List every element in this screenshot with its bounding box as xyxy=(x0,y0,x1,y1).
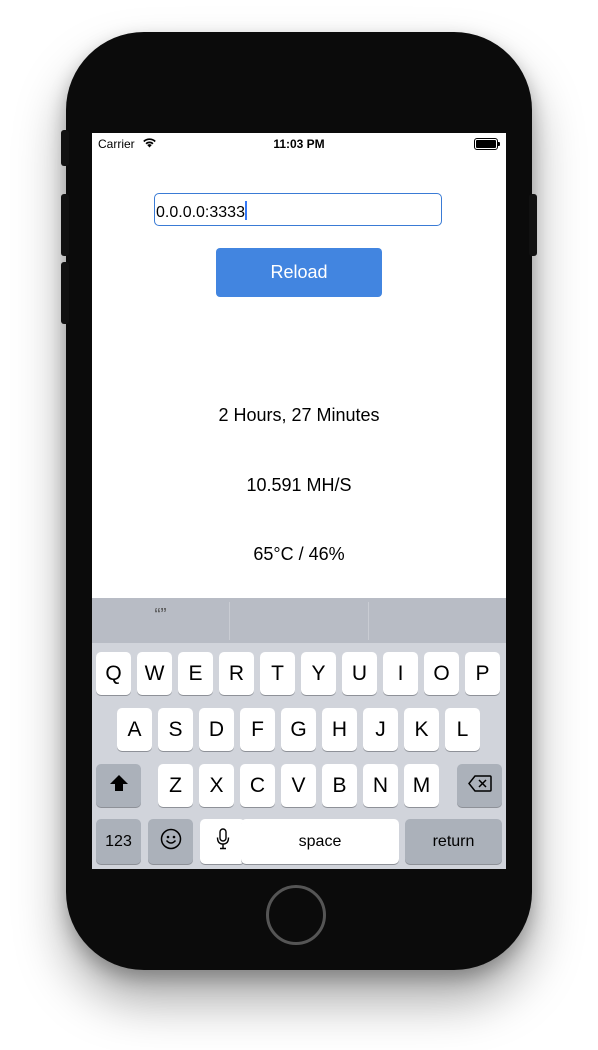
microphone-icon xyxy=(216,827,230,856)
key-s[interactable]: S xyxy=(158,708,193,751)
key-z[interactable]: Z xyxy=(158,764,193,807)
key-e[interactable]: E xyxy=(178,652,213,695)
emoji-icon xyxy=(160,828,182,856)
key-d[interactable]: D xyxy=(199,708,234,751)
key-j[interactable]: J xyxy=(363,708,398,751)
key-a[interactable]: A xyxy=(117,708,152,751)
key-o[interactable]: O xyxy=(424,652,459,695)
backspace-icon xyxy=(467,774,492,798)
key-q[interactable]: Q xyxy=(96,652,131,695)
home-button[interactable] xyxy=(266,885,326,945)
address-input[interactable]: 0.0.0.0:3333 xyxy=(154,193,442,226)
key-c[interactable]: C xyxy=(240,764,275,807)
key-h[interactable]: H xyxy=(322,708,357,751)
text-caret xyxy=(244,201,247,220)
key-f[interactable]: F xyxy=(240,708,275,751)
shift-icon xyxy=(109,774,129,798)
key-p[interactable]: P xyxy=(465,652,500,695)
suggestion-empty[interactable] xyxy=(369,598,506,643)
suggestion-empty[interactable] xyxy=(230,598,367,643)
dictation-key[interactable] xyxy=(200,819,245,864)
key-i[interactable]: I xyxy=(383,652,418,695)
hashrate-label: 10.591 MH/S xyxy=(246,475,352,495)
key-x[interactable]: X xyxy=(199,764,234,807)
keyboard: “” 123 space return Q W E R T Y U I O P … xyxy=(92,598,506,869)
key-w[interactable]: W xyxy=(137,652,172,695)
status-time: 11:03 PM xyxy=(273,137,325,151)
address-value: 0.0.0.0:3333 xyxy=(156,204,245,221)
temperature-label: 65°C / 46% xyxy=(253,544,345,564)
suggestion-quotes[interactable]: “” xyxy=(92,598,229,643)
status-bar: Carrier 11:03 PM xyxy=(92,133,506,155)
power-button xyxy=(529,194,537,256)
reload-button[interactable]: Reload xyxy=(216,248,382,297)
key-u[interactable]: U xyxy=(342,652,377,695)
key-m[interactable]: M xyxy=(404,764,439,807)
emoji-key[interactable] xyxy=(148,819,193,864)
numbers-key[interactable]: 123 xyxy=(96,819,141,864)
key-r[interactable]: R xyxy=(219,652,254,695)
space-key[interactable]: space xyxy=(241,819,399,864)
volume-up-button xyxy=(61,194,69,256)
key-k[interactable]: K xyxy=(404,708,439,751)
screen: Carrier 11:03 PM 0.0.0.0:3333 Reload 2 H… xyxy=(92,133,506,869)
mute-switch xyxy=(61,130,69,166)
volume-down-button xyxy=(61,262,69,324)
uptime-label: 2 Hours, 27 Minutes xyxy=(218,405,380,425)
suggestion-bar: “” xyxy=(92,598,506,643)
key-y[interactable]: Y xyxy=(301,652,336,695)
key-t[interactable]: T xyxy=(260,652,295,695)
battery-icon xyxy=(474,138,500,150)
shift-key[interactable] xyxy=(96,764,141,807)
key-n[interactable]: N xyxy=(363,764,398,807)
key-b[interactable]: B xyxy=(322,764,357,807)
key-v[interactable]: V xyxy=(281,764,316,807)
backspace-key[interactable] xyxy=(457,764,502,807)
key-g[interactable]: G xyxy=(281,708,316,751)
return-key[interactable]: return xyxy=(405,819,502,864)
key-l[interactable]: L xyxy=(445,708,480,751)
